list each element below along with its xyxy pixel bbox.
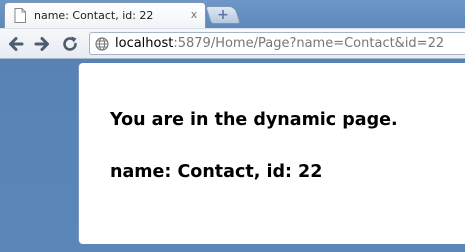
url-host: localhost	[115, 36, 174, 51]
browser-tab[interactable]: name: Contact, id: 22 x	[4, 2, 206, 28]
browser-toolbar: localhost:5879/Home/Page?name=Contact&id…	[0, 28, 465, 59]
page-params-text: name: Contact, id: 22	[110, 162, 323, 182]
url-text: localhost:5879/Home/Page?name=Contact&id…	[115, 36, 444, 51]
page-content: You are in the dynamic page. name: Conta…	[79, 63, 465, 244]
url-path: :5879/Home/Page?name=Contact&id=22	[173, 36, 445, 51]
close-icon[interactable]: x	[187, 8, 201, 22]
page-icon	[14, 8, 26, 23]
browser-window: name: Contact, id: 22 x + localhost:5879…	[0, 0, 465, 252]
globe-icon	[95, 37, 109, 51]
plus-icon: +	[217, 7, 229, 23]
arrow-right-icon[interactable]	[31, 33, 53, 55]
arrow-left-icon[interactable]	[5, 33, 27, 55]
address-bar[interactable]: localhost:5879/Home/Page?name=Contact&id…	[89, 32, 465, 55]
reload-icon[interactable]	[59, 33, 81, 55]
new-tab-button[interactable]: +	[205, 6, 241, 24]
tab-title: name: Contact, id: 22	[34, 9, 154, 22]
page-heading: You are in the dynamic page.	[110, 110, 398, 130]
